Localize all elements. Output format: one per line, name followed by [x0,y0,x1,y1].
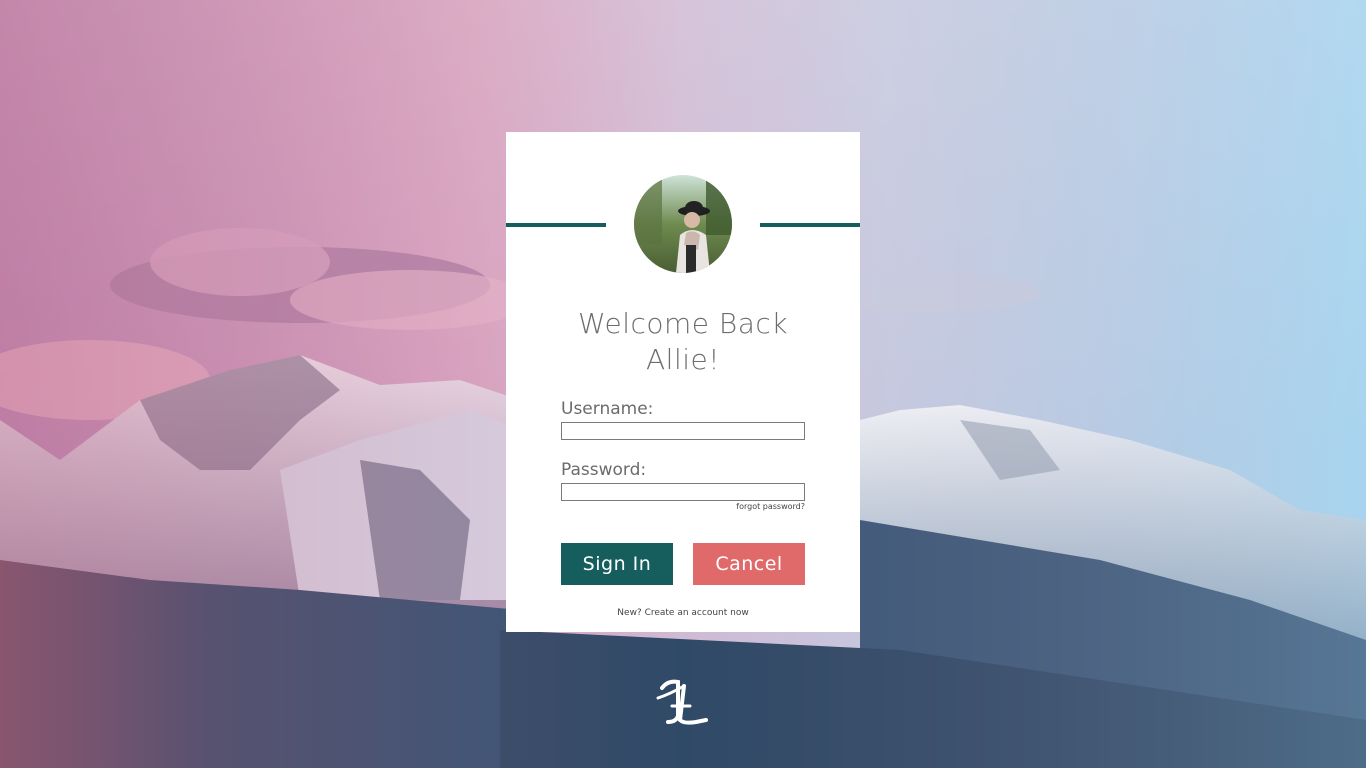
al-monogram-logo-icon [654,676,712,728]
profile-photo-icon [634,175,732,273]
right-accent-line [760,223,860,227]
forgot-password-link[interactable]: forgot password? [736,502,805,511]
password-input[interactable] [561,483,805,501]
password-label: Password: [561,460,647,480]
create-account-link[interactable]: New? Create an account now [506,608,860,618]
welcome-heading: Welcome Back Allie! [506,306,860,378]
welcome-line-1: Welcome Back [577,307,789,340]
left-accent-line [506,223,606,227]
welcome-line-2: Allie! [646,343,720,376]
login-card: Welcome Back Allie! Username: Password: … [506,132,860,632]
username-input[interactable] [561,422,805,440]
cancel-button[interactable]: Cancel [693,543,805,585]
username-label: Username: [561,399,654,419]
sign-in-button[interactable]: Sign In [561,543,673,585]
